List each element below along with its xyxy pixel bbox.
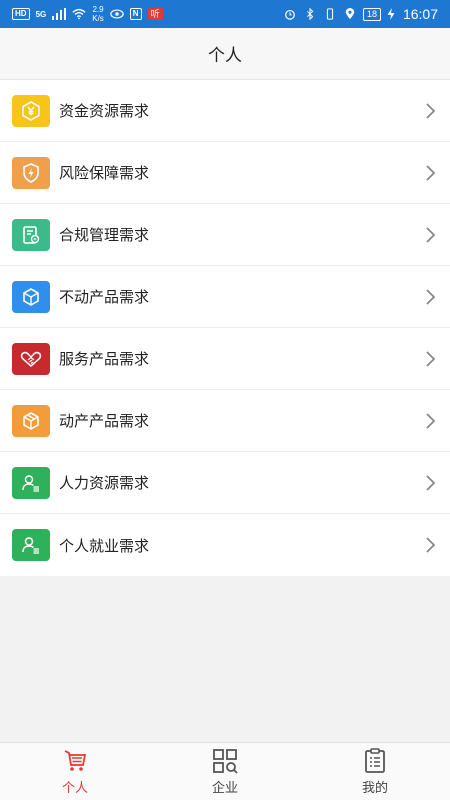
list-item-label: 个人就业需求 xyxy=(59,536,150,555)
chevron-right-icon xyxy=(426,226,436,243)
grid-search-icon xyxy=(213,749,238,774)
bottom-nav: 个人 企业 我的 xyxy=(0,742,450,800)
yuan-coin-icon xyxy=(12,94,50,127)
net-speed-value: 2.9 xyxy=(92,5,104,14)
net-speed-unit: K/s xyxy=(92,14,104,23)
list-item-hr[interactable]: 人力资源需求 xyxy=(0,452,450,514)
notification-badge: 听 xyxy=(147,8,163,20)
charging-icon xyxy=(387,8,395,20)
status-bar: HD 5G 2.9 K/s N 听 18 16:07 xyxy=(0,0,450,28)
list-item-label: 人力资源需求 xyxy=(59,474,150,492)
cube-icon xyxy=(12,280,50,313)
chevron-right-icon xyxy=(426,474,436,491)
document-check-icon xyxy=(12,218,50,251)
list-item-risk[interactable]: 风险保障需求 xyxy=(0,142,450,204)
nav-tab-personal[interactable]: 个人 xyxy=(0,743,150,800)
nav-label: 企业 xyxy=(211,781,238,796)
alarm-icon xyxy=(285,9,295,20)
clock: 16:07 xyxy=(402,6,438,22)
cart-icon xyxy=(64,750,87,771)
nav-tab-enterprise[interactable]: 企业 xyxy=(150,743,300,800)
chevron-right-icon xyxy=(426,412,436,429)
chevron-right-icon xyxy=(426,102,436,119)
chevron-right-icon xyxy=(426,537,436,553)
shield-bolt-icon xyxy=(12,156,50,189)
bluetooth-icon xyxy=(307,8,314,20)
list-item-funding[interactable]: 资金资源需求 xyxy=(0,80,450,142)
nfc-badge: N xyxy=(129,8,142,20)
vibrate-icon xyxy=(326,8,334,20)
list-item-label: 合规管理需求 xyxy=(59,226,150,244)
person-card-icon xyxy=(12,529,50,561)
list-item-movable[interactable]: 动产产品需求 xyxy=(0,390,450,452)
chevron-right-icon xyxy=(426,164,436,181)
list-item-label: 不动产品需求 xyxy=(59,288,150,306)
signal-icon xyxy=(52,8,67,20)
eye-icon xyxy=(110,9,124,19)
list-item-realestate[interactable]: 不动产品需求 xyxy=(0,266,450,328)
list-item-label: 动产产品需求 xyxy=(59,412,150,430)
status-left: HD 5G 2.9 K/s N 听 xyxy=(12,5,163,23)
list-item-compliance[interactable]: 合规管理需求 xyxy=(0,204,450,266)
list-item-label: 资金资源需求 xyxy=(59,102,150,120)
list-item-label: 服务产品需求 xyxy=(59,350,150,368)
chevron-right-icon xyxy=(426,350,436,367)
battery-level: 18 xyxy=(362,7,381,21)
person-card-icon xyxy=(12,466,50,499)
demand-list: 资金资源需求 风险保障需求 合规管理需求 不动产品需求 服务产品需求 动产产品需… xyxy=(0,80,450,576)
handshake-icon xyxy=(12,342,50,375)
location-icon xyxy=(345,8,355,20)
net-speed: 2.9 K/s xyxy=(92,5,104,23)
status-right: 18 16:07 xyxy=(283,6,438,22)
list-item-employment[interactable]: 个人就业需求 xyxy=(0,514,450,576)
clipboard-list-icon xyxy=(365,748,385,773)
nav-label: 我的 xyxy=(361,781,388,796)
hd-badge: HD xyxy=(12,8,30,20)
list-item-label: 风险保障需求 xyxy=(59,164,150,182)
chevron-right-icon xyxy=(426,288,436,305)
box-icon xyxy=(12,404,50,437)
nav-label: 个人 xyxy=(61,781,88,796)
page-header: 个人 xyxy=(0,28,450,80)
network-label: 5G xyxy=(35,9,47,19)
wifi-icon xyxy=(72,8,86,20)
page-title: 个人 xyxy=(208,46,242,66)
nav-tab-mine[interactable]: 我的 xyxy=(300,743,450,800)
list-item-service[interactable]: 服务产品需求 xyxy=(0,328,450,390)
